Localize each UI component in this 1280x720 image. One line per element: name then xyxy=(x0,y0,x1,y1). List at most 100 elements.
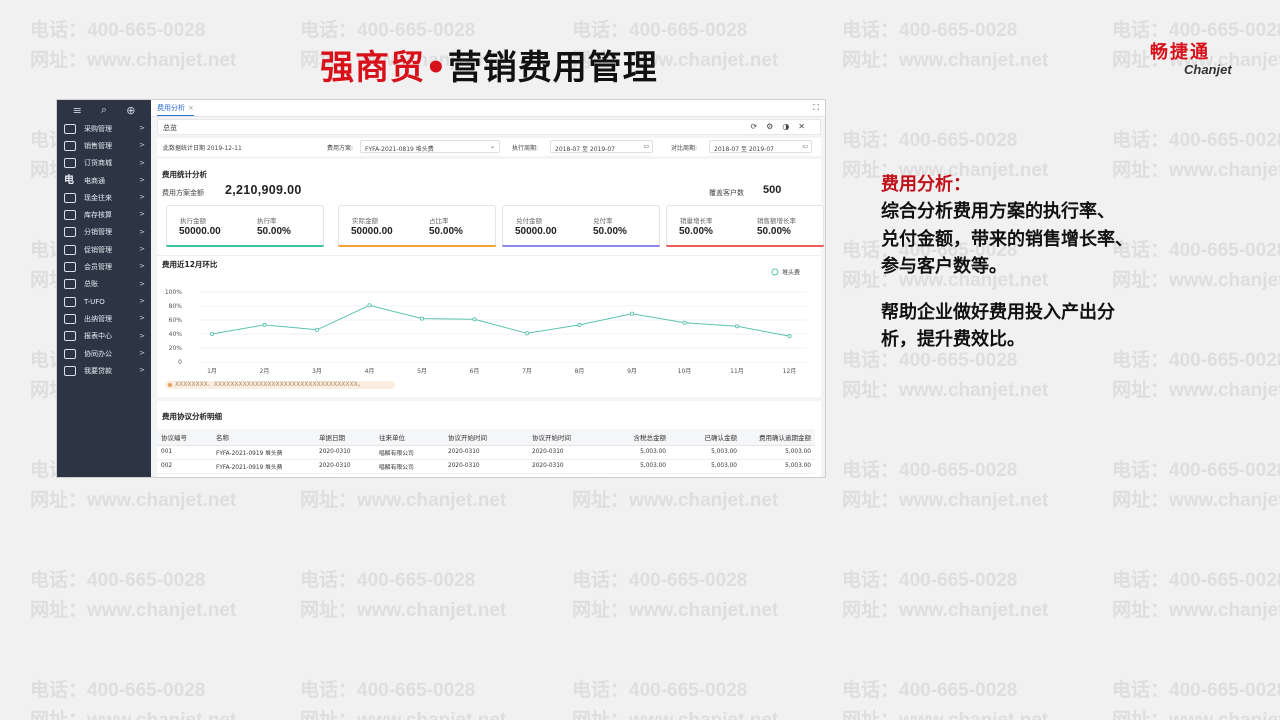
watermark-tile: 电话：400-665-0028 网址：www.chanjet.net xyxy=(1112,676,1280,720)
watermark-tile: 电话：400-665-0028 网址：www.chanjet.net xyxy=(842,566,1048,626)
table-header-cell[interactable]: 已确认金额 xyxy=(670,429,741,446)
sidebar-item-label: 总账 xyxy=(84,280,98,289)
distribution-icon xyxy=(64,227,76,238)
watermark-site: 网址：www.chanjet.net xyxy=(30,490,237,511)
table-header-cell[interactable]: 协议开始时间 xyxy=(528,429,605,446)
kpi-rate-label: 销售额增长率 xyxy=(757,217,796,225)
kpi-rate-value: 50.00% xyxy=(593,226,627,237)
data-point xyxy=(367,303,372,308)
chart-note: XXXXXXXX、XXXXXXXXXXXXXXXXXXXXXXXXXXXXXXX… xyxy=(165,381,395,389)
kpi-label: 兑付金额 xyxy=(516,217,542,225)
sidebar-item-label: 库存核算 xyxy=(84,211,112,220)
data-point xyxy=(682,320,687,325)
sidebar-item[interactable]: 总账 > xyxy=(57,276,151,293)
warehouse-icon xyxy=(64,210,76,221)
sidebar-item[interactable]: 采购管理 > xyxy=(57,120,151,137)
kpi-accent-bar xyxy=(338,245,496,247)
x-tick-label: 5月 xyxy=(417,368,427,375)
sidebar-item[interactable]: 订货商城 > xyxy=(57,155,151,172)
sidebar-item[interactable]: 分销管理 > xyxy=(57,224,151,241)
chevron-right-icon: > xyxy=(139,124,145,132)
watermark-site: 网址：www.chanjet.net xyxy=(1112,380,1280,401)
sidebar-item[interactable]: 我要贷款 > xyxy=(57,362,151,379)
chevron-right-icon: > xyxy=(139,348,145,357)
table-body: 001 FYFA-2021-0919 堆头费 2020-0310 唱解有限公司 2020… xyxy=(157,445,815,474)
watermark-tile: 电话：400-665-0028 网址：www.chanjet.net xyxy=(572,676,778,720)
data-point xyxy=(577,322,582,327)
sidebar-item[interactable]: 现金往来 > xyxy=(57,189,151,206)
table-cell: FYFA-2021-0919 堆头费 xyxy=(212,445,315,460)
watermark-phone: 电话：400-665-0028 xyxy=(842,20,1018,41)
table-header-cell[interactable]: 往来单位 xyxy=(375,429,444,446)
table-header-cell[interactable]: 名称 xyxy=(212,429,315,446)
watermark-phone: 电话：400-665-0028 xyxy=(842,130,1018,151)
sidebar-item[interactable]: 出纳管理 > xyxy=(57,310,151,327)
sidebar-item-label: 订货商城 xyxy=(84,159,112,168)
x-tick-label: 6月 xyxy=(470,368,480,375)
sidebar-item[interactable]: 促销管理 > xyxy=(57,241,151,258)
watermark-site: 网址：www.chanjet.net xyxy=(1112,600,1280,621)
sidebar-item[interactable]: 电 电商通 > xyxy=(57,172,151,189)
customer-count-value: 500 xyxy=(763,184,782,196)
data-point xyxy=(787,334,792,339)
table-cell: 2020-0310 xyxy=(315,459,375,474)
tab-close-icon[interactable]: × xyxy=(188,104,194,112)
table-header-cell[interactable]: 协议开始时间 xyxy=(444,429,528,446)
table-header-cell[interactable]: 费用确认逾期金额 xyxy=(741,429,815,446)
x-tick-label: 4月 xyxy=(365,368,375,375)
kpi-accent-bar xyxy=(166,245,324,247)
fullscreen-icon[interactable]: ⛶ xyxy=(813,103,819,113)
x-tick-label: 3月 xyxy=(312,368,322,375)
sidebar-item[interactable]: 库存核算 > xyxy=(57,206,151,223)
legend-marker xyxy=(771,268,779,276)
kpi-label: 销量增长率 xyxy=(680,217,713,225)
search-icon[interactable]: ⌕ xyxy=(101,103,107,117)
sidebar-item[interactable]: 会员管理 > xyxy=(57,258,151,275)
notes-line: 析，提升费效比。 xyxy=(881,329,1025,350)
table-cell: 2020-0310 xyxy=(528,459,605,474)
table-title: 费用协议分析明细 xyxy=(162,412,222,421)
table-cell: 唱解有限公司 xyxy=(375,459,444,474)
watermark-tile: 电话：400-665-0028 网址：www.chanjet.net xyxy=(1112,566,1280,626)
ecommerce-icon: 电 xyxy=(64,174,74,186)
menu-icon[interactable]: ≡ xyxy=(73,104,82,117)
table-cell: 2020-0310 xyxy=(444,459,528,474)
sidebar-item[interactable]: T-UFO > xyxy=(57,293,151,310)
stat-date: 此数据统计日期 2019-12-11 xyxy=(163,145,242,152)
table-header-cell[interactable]: 含税总金额 xyxy=(605,429,670,446)
sidebar-item[interactable]: 报表中心 > xyxy=(57,328,151,345)
watermark-tile: 电话：400-665-0028 网址：www.chanjet.net xyxy=(842,456,1048,516)
tab-expense-analysis[interactable]: 费用分析 × xyxy=(157,103,194,116)
exec-period-input[interactable]: 2018-07 至 2019-07 ▭ xyxy=(550,140,653,153)
kpi-value: 50000.00 xyxy=(179,226,221,237)
kpi-card: 兑付金额 50000.00 兑付率 50.00% xyxy=(502,205,660,247)
chanjet-logo: 畅捷通 Chanjet xyxy=(1150,38,1260,77)
watermark-site: 网址：www.chanjet.net xyxy=(300,600,507,621)
watermark-phone: 电话：400-665-0028 xyxy=(842,570,1018,591)
kpi-rate-label: 占比率 xyxy=(429,217,449,225)
kpi-card: 实际金额 50000.00 占比率 50.00% xyxy=(338,205,496,247)
plan-select[interactable]: FYFA-2021-0819 堆头费 ⌄ xyxy=(360,140,500,153)
overview-bar: 总览 ⟳⚙◑✕ xyxy=(157,119,821,135)
table-row[interactable]: 001 FYFA-2021-0919 堆头费 2020-0310 唱解有限公司 2020… xyxy=(157,445,815,460)
table-header-cell[interactable]: 单据日期 xyxy=(315,429,375,446)
overview-tools[interactable]: ⟳⚙◑✕ xyxy=(750,122,814,131)
sidebar-item[interactable]: 协同办公 > xyxy=(57,345,151,362)
sidebar-item[interactable]: 销售管理 > xyxy=(57,137,151,154)
kpi-value: 50000.00 xyxy=(515,226,557,237)
watermark-site: 网址：www.chanjet.net xyxy=(842,50,1049,71)
logo-en: Chanjet xyxy=(1184,62,1232,77)
chevron-right-icon: > xyxy=(139,193,145,202)
kpi-value: 50.00% xyxy=(679,226,713,237)
table-row[interactable]: 002 FYFA-2021-0919 堆头费 2020-0310 唱解有限公司 2020… xyxy=(157,459,815,474)
add-icon[interactable]: ⊕ xyxy=(126,104,135,117)
kpi-rate-value: 50.00% xyxy=(257,226,291,237)
x-tick-label: 10月 xyxy=(678,368,692,375)
compare-period-input[interactable]: 2018-07 至 2019-07 ▭ xyxy=(709,140,812,153)
watermark-phone: 电话：400-665-0028 xyxy=(842,460,1018,481)
slide-title: 强商贸•营销费用管理 xyxy=(320,40,658,89)
table-cell: 5,003.00 xyxy=(670,445,741,460)
watermark-tile: 电话：400-665-0028 网址：www.chanjet.net xyxy=(300,566,506,626)
table-header-cell[interactable]: 协议编号 xyxy=(157,429,212,446)
sidebar-item-label: 我要贷款 xyxy=(84,366,112,375)
